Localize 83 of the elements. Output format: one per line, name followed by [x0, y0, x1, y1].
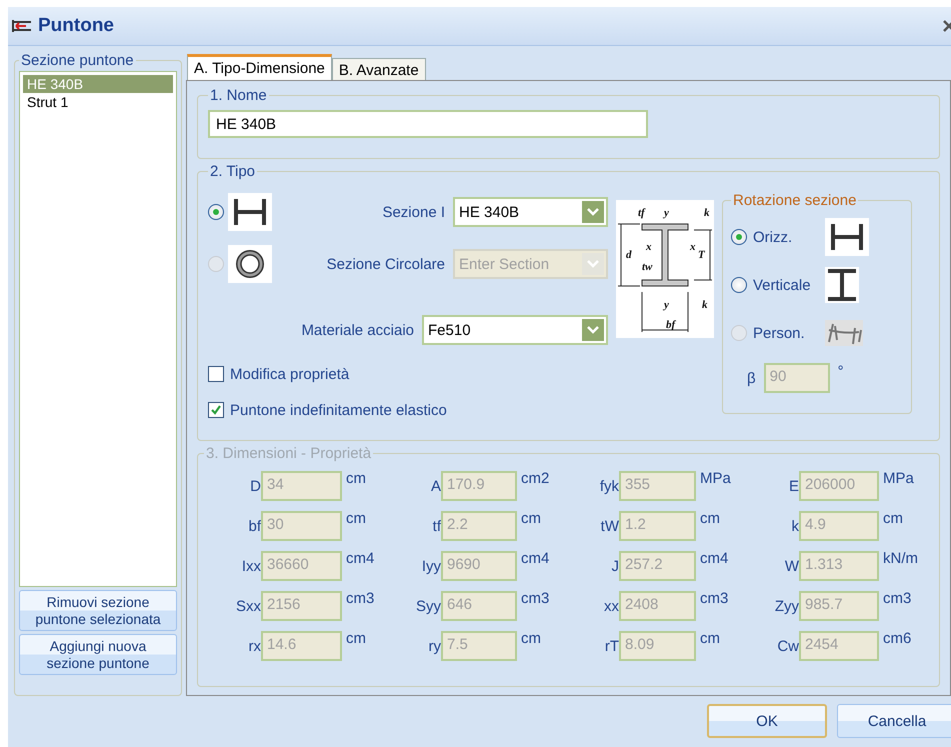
field-label: Sxx [234, 598, 261, 614]
field-label: k [790, 518, 799, 534]
dialog-button[interactable]: OK [707, 704, 827, 738]
unit-label: cm [345, 629, 367, 647]
tab[interactable]: A. Tipo-Dimensione [187, 54, 332, 80]
field-label: bf [247, 518, 261, 534]
unit-label: cm4 [520, 549, 550, 567]
field-label: rx [248, 638, 261, 654]
unit-label: MPa [882, 469, 915, 487]
i-beam-section-drawing: tf y k d x x T tw y k bf [616, 200, 714, 338]
field-label: Cw [776, 638, 799, 654]
field-label: β [747, 370, 756, 386]
name-field[interactable]: HE 340B [208, 110, 648, 138]
unit-label: cm [699, 509, 721, 527]
unit-label: cm4 [699, 549, 730, 567]
unit-label: cm3 [520, 589, 550, 607]
unit-label: ° [838, 363, 844, 380]
field-label: xx [603, 598, 619, 614]
strut-icon [12, 19, 32, 33]
material-dropdown[interactable]: Fe510 [422, 315, 608, 345]
panel-title: Sezione puntone [20, 52, 135, 69]
field-label: Materiale acciaio [300, 322, 415, 338]
field-label: Sezione I [381, 204, 446, 220]
field-label: E [788, 478, 799, 494]
list-item[interactable]: HE 340B [23, 75, 173, 93]
checkbox-label: Puntone indefinitamente elastico [230, 402, 447, 418]
distorted-beam-icon [825, 320, 863, 346]
group-title: Rotazione sezione [732, 192, 858, 209]
unit-label: cm [699, 629, 721, 647]
field-label: A [430, 478, 441, 494]
sidebar-button[interactable]: Rimuovi sezione puntone selezionata [19, 590, 177, 631]
unit-label: cm4 [345, 549, 376, 567]
unit-label: kN/m [882, 549, 919, 567]
radio-button[interactable] [731, 277, 747, 293]
unit-label: cm3 [345, 589, 376, 607]
window-title: Puntone [38, 15, 114, 37]
field-label: Syy [414, 598, 441, 614]
group-title: 2. Tipo [209, 163, 256, 180]
h-beam-icon [228, 193, 272, 231]
h-beam-icon [825, 218, 869, 256]
chevron-down-icon [587, 325, 599, 335]
field-label: rT [604, 638, 619, 654]
field-label: Zyy [774, 598, 799, 614]
section-list[interactable]: HE 340B Strut 1 [19, 71, 177, 587]
radio-label: Orizz. [753, 228, 794, 246]
field-label: tf [432, 518, 441, 534]
unit-label: cm6 [882, 629, 912, 647]
tab[interactable]: B. Avanzate [332, 58, 426, 80]
group-title: 3. Dimensioni - Proprietà [205, 445, 372, 462]
checkbox[interactable] [208, 366, 224, 382]
radio-button[interactable] [208, 204, 224, 220]
field-label: W [784, 558, 799, 574]
section-dropdown[interactable]: HE 340B [453, 197, 608, 227]
i-beam-icon [825, 267, 859, 303]
unit-label: cm3 [699, 589, 730, 607]
unit-label: cm [520, 509, 542, 527]
unit-label: cm [882, 509, 904, 527]
unit-label: cm2 [520, 469, 550, 487]
unit-label: cm [520, 629, 542, 647]
field-label: ry [428, 638, 441, 654]
unit-label: cm3 [882, 589, 912, 607]
group-title: 1. Nome [209, 87, 268, 104]
radio-button[interactable] [731, 229, 747, 245]
field-label: tW [600, 518, 619, 534]
checkbox[interactable] [208, 402, 224, 418]
field-label: Sezione Circolare [326, 256, 446, 272]
unit-label: cm [345, 469, 367, 487]
radio-label: Person. [753, 324, 806, 342]
dialog-button[interactable]: Cancella [837, 704, 951, 738]
sidebar-button[interactable]: Aggiungi nuova sezione puntone [19, 634, 177, 675]
field-label: D [249, 478, 261, 494]
field-label: J [610, 558, 619, 574]
unit-label: cm [345, 509, 367, 527]
field-label: fyk [598, 478, 619, 494]
field-label: Iyy [420, 558, 441, 574]
field-label: Ixx [240, 558, 261, 574]
ring-icon [228, 245, 272, 283]
unit-label: MPa [699, 469, 732, 487]
radio-label: Verticale [753, 276, 812, 294]
checkbox-label: Modifica proprietà [230, 366, 350, 382]
chevron-down-icon [587, 207, 599, 217]
list-item[interactable]: Strut 1 [23, 93, 173, 111]
chevron-down-icon [587, 259, 599, 269]
